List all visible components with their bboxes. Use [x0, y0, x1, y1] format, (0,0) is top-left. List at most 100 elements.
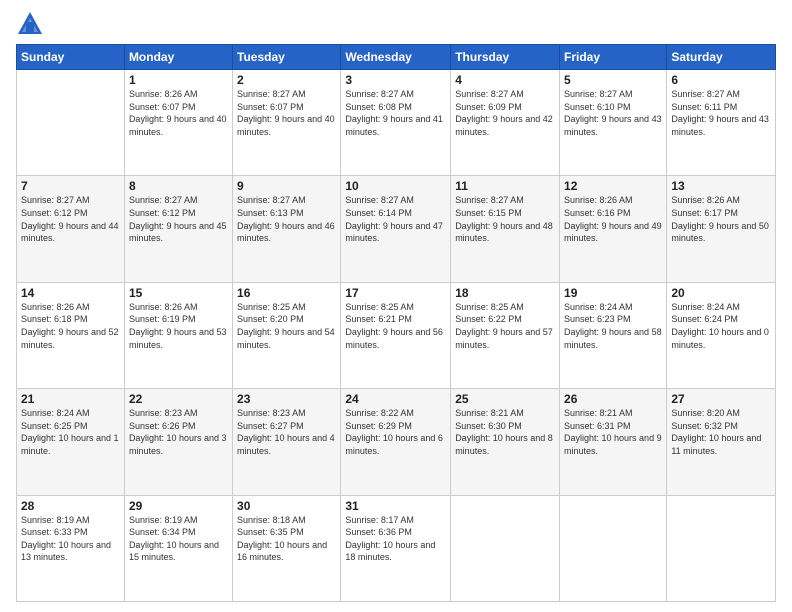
- calendar-cell: [451, 495, 560, 601]
- day-info: Sunrise: 8:23 AMSunset: 6:27 PMDaylight:…: [237, 407, 336, 457]
- day-number: 15: [129, 286, 228, 300]
- day-number: 19: [564, 286, 662, 300]
- day-info: Sunrise: 8:22 AMSunset: 6:29 PMDaylight:…: [345, 407, 446, 457]
- calendar-cell: 11Sunrise: 8:27 AMSunset: 6:15 PMDayligh…: [451, 176, 560, 282]
- calendar-cell: 19Sunrise: 8:24 AMSunset: 6:23 PMDayligh…: [560, 282, 667, 388]
- day-info: Sunrise: 8:24 AMSunset: 6:23 PMDaylight:…: [564, 301, 662, 351]
- day-number: 17: [345, 286, 446, 300]
- day-number: 27: [671, 392, 771, 406]
- day-info: Sunrise: 8:27 AMSunset: 6:12 PMDaylight:…: [129, 194, 228, 244]
- calendar-cell: 26Sunrise: 8:21 AMSunset: 6:31 PMDayligh…: [560, 389, 667, 495]
- col-header-sunday: Sunday: [17, 45, 125, 70]
- calendar-week-row: 14Sunrise: 8:26 AMSunset: 6:18 PMDayligh…: [17, 282, 776, 388]
- calendar-cell: [667, 495, 776, 601]
- day-number: 31: [345, 499, 446, 513]
- day-number: 28: [21, 499, 120, 513]
- day-number: 7: [21, 179, 120, 193]
- day-info: Sunrise: 8:26 AMSunset: 6:18 PMDaylight:…: [21, 301, 120, 351]
- calendar-cell: 22Sunrise: 8:23 AMSunset: 6:26 PMDayligh…: [124, 389, 232, 495]
- day-info: Sunrise: 8:27 AMSunset: 6:08 PMDaylight:…: [345, 88, 446, 138]
- calendar-cell: 4Sunrise: 8:27 AMSunset: 6:09 PMDaylight…: [451, 70, 560, 176]
- day-number: 24: [345, 392, 446, 406]
- calendar-week-row: 21Sunrise: 8:24 AMSunset: 6:25 PMDayligh…: [17, 389, 776, 495]
- calendar-header-row: SundayMondayTuesdayWednesdayThursdayFrid…: [17, 45, 776, 70]
- day-info: Sunrise: 8:26 AMSunset: 6:07 PMDaylight:…: [129, 88, 228, 138]
- day-number: 6: [671, 73, 771, 87]
- calendar-cell: 31Sunrise: 8:17 AMSunset: 6:36 PMDayligh…: [341, 495, 451, 601]
- day-number: 26: [564, 392, 662, 406]
- day-info: Sunrise: 8:24 AMSunset: 6:24 PMDaylight:…: [671, 301, 771, 351]
- day-number: 9: [237, 179, 336, 193]
- calendar-week-row: 28Sunrise: 8:19 AMSunset: 6:33 PMDayligh…: [17, 495, 776, 601]
- day-number: 23: [237, 392, 336, 406]
- calendar-cell: 13Sunrise: 8:26 AMSunset: 6:17 PMDayligh…: [667, 176, 776, 282]
- calendar-cell: 18Sunrise: 8:25 AMSunset: 6:22 PMDayligh…: [451, 282, 560, 388]
- calendar-cell: 3Sunrise: 8:27 AMSunset: 6:08 PMDaylight…: [341, 70, 451, 176]
- day-info: Sunrise: 8:25 AMSunset: 6:20 PMDaylight:…: [237, 301, 336, 351]
- day-number: 14: [21, 286, 120, 300]
- day-number: 16: [237, 286, 336, 300]
- col-header-tuesday: Tuesday: [233, 45, 341, 70]
- day-number: 3: [345, 73, 446, 87]
- logo-icon: [16, 10, 44, 38]
- calendar-week-row: 7Sunrise: 8:27 AMSunset: 6:12 PMDaylight…: [17, 176, 776, 282]
- calendar-cell: 1Sunrise: 8:26 AMSunset: 6:07 PMDaylight…: [124, 70, 232, 176]
- day-number: 20: [671, 286, 771, 300]
- calendar-cell: 21Sunrise: 8:24 AMSunset: 6:25 PMDayligh…: [17, 389, 125, 495]
- day-number: 1: [129, 73, 228, 87]
- day-number: 10: [345, 179, 446, 193]
- calendar-cell: 24Sunrise: 8:22 AMSunset: 6:29 PMDayligh…: [341, 389, 451, 495]
- day-number: 4: [455, 73, 555, 87]
- calendar-cell: 28Sunrise: 8:19 AMSunset: 6:33 PMDayligh…: [17, 495, 125, 601]
- day-info: Sunrise: 8:27 AMSunset: 6:11 PMDaylight:…: [671, 88, 771, 138]
- day-number: 21: [21, 392, 120, 406]
- day-info: Sunrise: 8:26 AMSunset: 6:16 PMDaylight:…: [564, 194, 662, 244]
- calendar-cell: 12Sunrise: 8:26 AMSunset: 6:16 PMDayligh…: [560, 176, 667, 282]
- page: SundayMondayTuesdayWednesdayThursdayFrid…: [0, 0, 792, 612]
- calendar-cell: 23Sunrise: 8:23 AMSunset: 6:27 PMDayligh…: [233, 389, 341, 495]
- day-info: Sunrise: 8:27 AMSunset: 6:12 PMDaylight:…: [21, 194, 120, 244]
- col-header-thursday: Thursday: [451, 45, 560, 70]
- day-info: Sunrise: 8:27 AMSunset: 6:15 PMDaylight:…: [455, 194, 555, 244]
- calendar-week-row: 1Sunrise: 8:26 AMSunset: 6:07 PMDaylight…: [17, 70, 776, 176]
- calendar-cell: 29Sunrise: 8:19 AMSunset: 6:34 PMDayligh…: [124, 495, 232, 601]
- day-info: Sunrise: 8:27 AMSunset: 6:07 PMDaylight:…: [237, 88, 336, 138]
- col-header-monday: Monday: [124, 45, 232, 70]
- day-number: 30: [237, 499, 336, 513]
- logo: [16, 10, 48, 38]
- day-number: 22: [129, 392, 228, 406]
- day-info: Sunrise: 8:27 AMSunset: 6:14 PMDaylight:…: [345, 194, 446, 244]
- calendar-cell: 6Sunrise: 8:27 AMSunset: 6:11 PMDaylight…: [667, 70, 776, 176]
- day-info: Sunrise: 8:27 AMSunset: 6:09 PMDaylight:…: [455, 88, 555, 138]
- calendar-table: SundayMondayTuesdayWednesdayThursdayFrid…: [16, 44, 776, 602]
- day-number: 13: [671, 179, 771, 193]
- header: [16, 10, 776, 38]
- calendar-cell: 7Sunrise: 8:27 AMSunset: 6:12 PMDaylight…: [17, 176, 125, 282]
- day-info: Sunrise: 8:25 AMSunset: 6:21 PMDaylight:…: [345, 301, 446, 351]
- day-info: Sunrise: 8:18 AMSunset: 6:35 PMDaylight:…: [237, 514, 336, 564]
- calendar-cell: 9Sunrise: 8:27 AMSunset: 6:13 PMDaylight…: [233, 176, 341, 282]
- col-header-friday: Friday: [560, 45, 667, 70]
- col-header-saturday: Saturday: [667, 45, 776, 70]
- day-info: Sunrise: 8:26 AMSunset: 6:17 PMDaylight:…: [671, 194, 771, 244]
- calendar-cell: 16Sunrise: 8:25 AMSunset: 6:20 PMDayligh…: [233, 282, 341, 388]
- calendar-cell: 14Sunrise: 8:26 AMSunset: 6:18 PMDayligh…: [17, 282, 125, 388]
- day-number: 5: [564, 73, 662, 87]
- calendar-cell: 10Sunrise: 8:27 AMSunset: 6:14 PMDayligh…: [341, 176, 451, 282]
- day-info: Sunrise: 8:27 AMSunset: 6:10 PMDaylight:…: [564, 88, 662, 138]
- day-info: Sunrise: 8:27 AMSunset: 6:13 PMDaylight:…: [237, 194, 336, 244]
- day-number: 25: [455, 392, 555, 406]
- calendar-cell: 5Sunrise: 8:27 AMSunset: 6:10 PMDaylight…: [560, 70, 667, 176]
- day-info: Sunrise: 8:21 AMSunset: 6:30 PMDaylight:…: [455, 407, 555, 457]
- day-info: Sunrise: 8:17 AMSunset: 6:36 PMDaylight:…: [345, 514, 446, 564]
- day-info: Sunrise: 8:23 AMSunset: 6:26 PMDaylight:…: [129, 407, 228, 457]
- day-number: 8: [129, 179, 228, 193]
- day-number: 12: [564, 179, 662, 193]
- day-info: Sunrise: 8:25 AMSunset: 6:22 PMDaylight:…: [455, 301, 555, 351]
- calendar-cell: [17, 70, 125, 176]
- calendar-cell: 8Sunrise: 8:27 AMSunset: 6:12 PMDaylight…: [124, 176, 232, 282]
- day-number: 18: [455, 286, 555, 300]
- day-number: 2: [237, 73, 336, 87]
- calendar-cell: 2Sunrise: 8:27 AMSunset: 6:07 PMDaylight…: [233, 70, 341, 176]
- calendar-cell: 30Sunrise: 8:18 AMSunset: 6:35 PMDayligh…: [233, 495, 341, 601]
